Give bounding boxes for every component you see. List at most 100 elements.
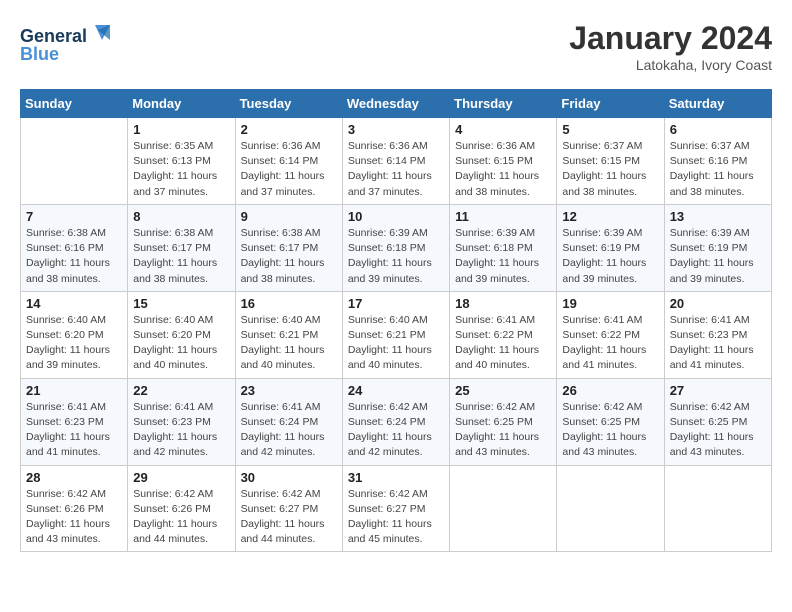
day-info: Sunrise: 6:41 AMSunset: 6:23 PMDaylight:…: [133, 400, 229, 461]
calendar-week-row: 14 Sunrise: 6:40 AMSunset: 6:20 PMDayligh…: [21, 291, 772, 378]
day-number: 16: [241, 296, 337, 311]
day-info: Sunrise: 6:42 AMSunset: 6:27 PMDaylight:…: [348, 487, 444, 548]
day-info: Sunrise: 6:35 AMSunset: 6:13 PMDaylight:…: [133, 139, 229, 200]
calendar-week-row: 7 Sunrise: 6:38 AMSunset: 6:16 PMDaylight…: [21, 204, 772, 291]
calendar-cell: [21, 118, 128, 205]
weekday-header-row: SundayMondayTuesdayWednesdayThursdayFrid…: [21, 90, 772, 118]
day-info: Sunrise: 6:42 AMSunset: 6:27 PMDaylight:…: [241, 487, 337, 548]
weekday-header-cell: Tuesday: [235, 90, 342, 118]
calendar-cell: 25 Sunrise: 6:42 AMSunset: 6:25 PMDayligh…: [450, 378, 557, 465]
day-info: Sunrise: 6:39 AMSunset: 6:18 PMDaylight:…: [348, 226, 444, 287]
day-number: 25: [455, 383, 551, 398]
svg-text:General: General: [20, 26, 87, 46]
day-number: 12: [562, 209, 658, 224]
day-number: 24: [348, 383, 444, 398]
calendar-week-row: 21Sunrise: 6:41 AMSunset: 6:23 PMDayligh…: [21, 378, 772, 465]
day-info: Sunrise: 6:41 AMSunset: 6:23 PMDaylight:…: [670, 313, 766, 374]
calendar-table: SundayMondayTuesdayWednesdayThursdayFrid…: [20, 89, 772, 552]
calendar-cell: 20 Sunrise: 6:41 AMSunset: 6:23 PMDayligh…: [664, 291, 771, 378]
calendar-cell: 26Sunrise: 6:42 AMSunset: 6:25 PMDayligh…: [557, 378, 664, 465]
calendar-cell: 5Sunrise: 6:37 AMSunset: 6:15 PMDaylight…: [557, 118, 664, 205]
calendar-cell: 7 Sunrise: 6:38 AMSunset: 6:16 PMDaylight…: [21, 204, 128, 291]
weekday-header-cell: Saturday: [664, 90, 771, 118]
day-number: 7: [26, 209, 122, 224]
day-number: 27: [670, 383, 766, 398]
calendar-cell: [664, 465, 771, 552]
day-info: Sunrise: 6:37 AMSunset: 6:16 PMDaylight:…: [670, 139, 766, 200]
calendar-cell: 31 Sunrise: 6:42 AMSunset: 6:27 PMDayligh…: [342, 465, 449, 552]
calendar-cell: 28 Sunrise: 6:42 AMSunset: 6:26 PMDayligh…: [21, 465, 128, 552]
calendar-cell: 4 Sunrise: 6:36 AMSunset: 6:15 PMDaylight…: [450, 118, 557, 205]
day-info: Sunrise: 6:42 AMSunset: 6:26 PMDaylight:…: [133, 487, 229, 548]
calendar-cell: 2Sunrise: 6:36 AMSunset: 6:14 PMDaylight…: [235, 118, 342, 205]
calendar-cell: 10Sunrise: 6:39 AMSunset: 6:18 PMDayligh…: [342, 204, 449, 291]
logo-icon: General Blue: [20, 20, 110, 65]
day-info: Sunrise: 6:42 AMSunset: 6:26 PMDaylight:…: [26, 487, 122, 548]
day-info: Sunrise: 6:38 AMSunset: 6:17 PMDaylight:…: [133, 226, 229, 287]
day-number: 8: [133, 209, 229, 224]
calendar-cell: 27 Sunrise: 6:42 AMSunset: 6:25 PMDayligh…: [664, 378, 771, 465]
calendar-body: 1Sunrise: 6:35 AMSunset: 6:13 PMDaylight…: [21, 118, 772, 552]
day-number: 29: [133, 470, 229, 485]
calendar-cell: 19 Sunrise: 6:41 AMSunset: 6:22 PMDayligh…: [557, 291, 664, 378]
title-block: January 2024 Latokaha, Ivory Coast: [569, 20, 772, 73]
calendar-cell: 30Sunrise: 6:42 AMSunset: 6:27 PMDayligh…: [235, 465, 342, 552]
calendar-cell: 16Sunrise: 6:40 AMSunset: 6:21 PMDayligh…: [235, 291, 342, 378]
day-number: 6: [670, 122, 766, 137]
weekday-header-cell: Monday: [128, 90, 235, 118]
day-number: 9: [241, 209, 337, 224]
day-number: 14: [26, 296, 122, 311]
calendar-cell: [557, 465, 664, 552]
day-number: 5: [562, 122, 658, 137]
day-info: Sunrise: 6:41 AMSunset: 6:22 PMDaylight:…: [562, 313, 658, 374]
day-info: Sunrise: 6:42 AMSunset: 6:24 PMDaylight:…: [348, 400, 444, 461]
day-info: Sunrise: 6:38 AMSunset: 6:16 PMDaylight:…: [26, 226, 122, 287]
day-info: Sunrise: 6:36 AMSunset: 6:15 PMDaylight:…: [455, 139, 551, 200]
day-info: Sunrise: 6:40 AMSunset: 6:20 PMDaylight:…: [26, 313, 122, 374]
day-number: 18: [455, 296, 551, 311]
day-number: 13: [670, 209, 766, 224]
calendar-cell: 14 Sunrise: 6:40 AMSunset: 6:20 PMDayligh…: [21, 291, 128, 378]
calendar-week-row: 28 Sunrise: 6:42 AMSunset: 6:26 PMDayligh…: [21, 465, 772, 552]
day-number: 4: [455, 122, 551, 137]
calendar-cell: 12 Sunrise: 6:39 AMSunset: 6:19 PMDayligh…: [557, 204, 664, 291]
calendar-cell: 23 Sunrise: 6:41 AMSunset: 6:24 PMDayligh…: [235, 378, 342, 465]
calendar-cell: 6 Sunrise: 6:37 AMSunset: 6:16 PMDaylight…: [664, 118, 771, 205]
day-info: Sunrise: 6:39 AMSunset: 6:19 PMDaylight:…: [562, 226, 658, 287]
day-info: Sunrise: 6:41 AMSunset: 6:22 PMDaylight:…: [455, 313, 551, 374]
day-info: Sunrise: 6:40 AMSunset: 6:21 PMDaylight:…: [348, 313, 444, 374]
location-subtitle: Latokaha, Ivory Coast: [569, 57, 772, 73]
day-number: 28: [26, 470, 122, 485]
weekday-header-cell: Wednesday: [342, 90, 449, 118]
page-header: General Blue January 2024 Latokaha, Ivor…: [20, 20, 772, 73]
day-info: Sunrise: 6:39 AMSunset: 6:19 PMDaylight:…: [670, 226, 766, 287]
day-info: Sunrise: 6:41 AMSunset: 6:23 PMDaylight:…: [26, 400, 122, 461]
day-number: 20: [670, 296, 766, 311]
calendar-cell: 1Sunrise: 6:35 AMSunset: 6:13 PMDaylight…: [128, 118, 235, 205]
calendar-week-row: 1Sunrise: 6:35 AMSunset: 6:13 PMDaylight…: [21, 118, 772, 205]
day-number: 15: [133, 296, 229, 311]
calendar-cell: 9Sunrise: 6:38 AMSunset: 6:17 PMDaylight…: [235, 204, 342, 291]
day-info: Sunrise: 6:40 AMSunset: 6:20 PMDaylight:…: [133, 313, 229, 374]
day-number: 19: [562, 296, 658, 311]
calendar-cell: 18 Sunrise: 6:41 AMSunset: 6:22 PMDayligh…: [450, 291, 557, 378]
day-info: Sunrise: 6:42 AMSunset: 6:25 PMDaylight:…: [562, 400, 658, 461]
calendar-cell: 29 Sunrise: 6:42 AMSunset: 6:26 PMDayligh…: [128, 465, 235, 552]
day-number: 31: [348, 470, 444, 485]
day-info: Sunrise: 6:42 AMSunset: 6:25 PMDaylight:…: [455, 400, 551, 461]
day-info: Sunrise: 6:42 AMSunset: 6:25 PMDaylight:…: [670, 400, 766, 461]
day-info: Sunrise: 6:41 AMSunset: 6:24 PMDaylight:…: [241, 400, 337, 461]
day-number: 17: [348, 296, 444, 311]
day-info: Sunrise: 6:36 AMSunset: 6:14 PMDaylight:…: [348, 139, 444, 200]
calendar-cell: 21Sunrise: 6:41 AMSunset: 6:23 PMDayligh…: [21, 378, 128, 465]
calendar-cell: 22Sunrise: 6:41 AMSunset: 6:23 PMDayligh…: [128, 378, 235, 465]
month-year-title: January 2024: [569, 20, 772, 57]
svg-text:Blue: Blue: [20, 44, 59, 64]
weekday-header-cell: Sunday: [21, 90, 128, 118]
calendar-cell: [450, 465, 557, 552]
weekday-header-cell: Thursday: [450, 90, 557, 118]
day-number: 23: [241, 383, 337, 398]
calendar-cell: 24 Sunrise: 6:42 AMSunset: 6:24 PMDayligh…: [342, 378, 449, 465]
calendar-cell: 8 Sunrise: 6:38 AMSunset: 6:17 PMDaylight…: [128, 204, 235, 291]
logo: General Blue: [20, 20, 110, 65]
